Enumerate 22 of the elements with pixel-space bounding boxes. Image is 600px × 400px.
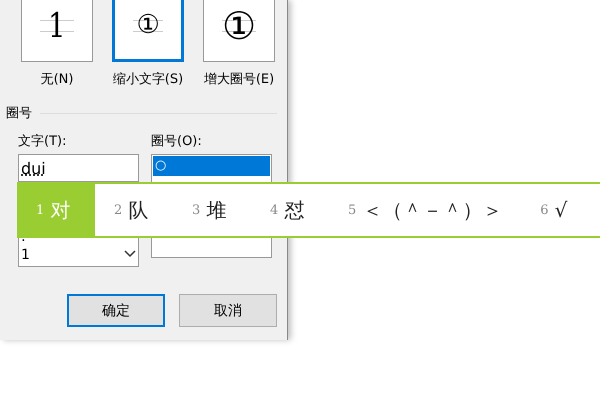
candidate[interactable]: 5 ＜（＾－＾）＞ — [329, 184, 522, 236]
candidate[interactable]: 6 √ — [521, 184, 600, 236]
candidate[interactable]: 3 堆 — [173, 184, 251, 236]
ok-button[interactable]: 确定 — [67, 294, 165, 327]
text-value: dui — [21, 158, 46, 178]
group-label: 圈号 — [6, 105, 32, 122]
style-preview: ① — [136, 12, 160, 38]
style-option[interactable]: 1 — [21, 0, 93, 62]
style-preview: ① — [222, 6, 256, 44]
list-item[interactable]: ○ — [153, 156, 270, 176]
style-label: 无(N) — [40, 71, 74, 88]
style-label: 缩小文字(S) — [112, 71, 184, 88]
list-item[interactable]: 1 — [21, 246, 30, 264]
field-label: 文字(T): — [18, 133, 68, 150]
style-label: 增大圈号(E) — [204, 71, 274, 88]
field-label: 圈号(O): — [151, 133, 203, 150]
cancel-button[interactable]: 取消 — [179, 294, 277, 327]
chevron-down-icon[interactable] — [124, 250, 136, 258]
candidate[interactable]: 4 怼 — [251, 184, 329, 236]
style-option[interactable]: ① — [203, 0, 275, 62]
style-option[interactable]: ① — [112, 0, 184, 62]
style-preview: 1 — [48, 8, 66, 42]
